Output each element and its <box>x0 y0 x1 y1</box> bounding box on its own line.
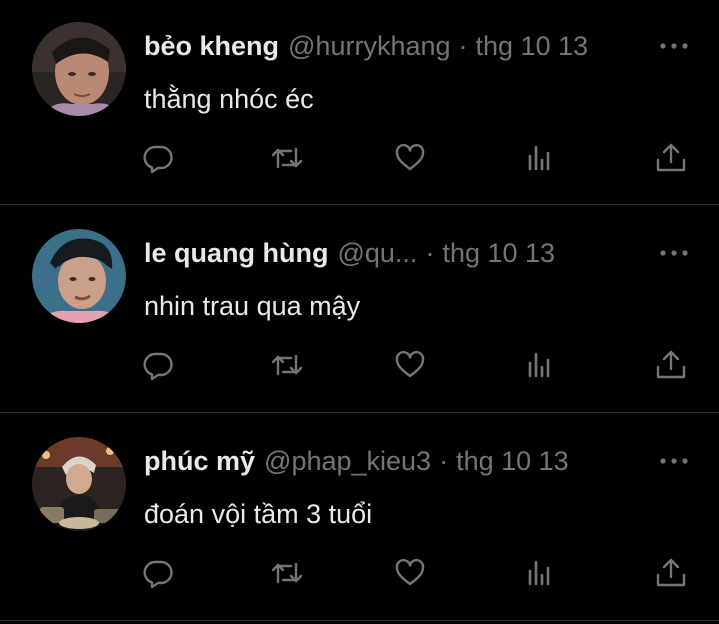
timestamp[interactable]: thg 10 13 <box>442 233 555 273</box>
share-icon <box>656 143 686 172</box>
tweet-text: nhin trau qua mậy <box>144 291 361 321</box>
views-button[interactable] <box>517 136 561 180</box>
tweet-text: thằng nhóc éc <box>144 84 314 114</box>
share-button[interactable] <box>649 551 693 595</box>
views-button[interactable] <box>517 343 561 387</box>
tweet-divider <box>0 412 719 413</box>
more-options-icon <box>660 43 688 49</box>
like-icon <box>395 558 425 586</box>
user-handle[interactable]: @hurrykhang <box>288 26 451 66</box>
views-icon <box>528 352 550 378</box>
user-handle[interactable]: @phap_kieu3 <box>264 441 431 481</box>
tweet-divider <box>0 204 719 205</box>
user-photo-avatar-icon <box>32 22 126 116</box>
share-icon <box>656 350 686 379</box>
tweet-item[interactable]: phúc mỹ @phap_kieu3 · thg 10 13 đoán vội… <box>0 415 719 622</box>
more-options-button[interactable] <box>652 449 696 473</box>
separator-dot: · <box>439 446 449 476</box>
reply-icon <box>143 560 173 589</box>
retweet-button[interactable] <box>265 136 309 180</box>
reply-button[interactable] <box>136 343 180 387</box>
separator-dot: · <box>458 31 468 61</box>
reply-icon <box>143 352 173 381</box>
display-name[interactable]: phúc mỹ <box>144 441 255 481</box>
tweet-item[interactable]: le quang hùng @qu... · thg 10 13 nhin tr… <box>0 207 719 414</box>
tweet-text: đoán vội tầm 3 tuổi <box>144 499 373 529</box>
views-icon <box>528 145 550 171</box>
retweet-icon <box>271 562 303 584</box>
like-button[interactable] <box>388 136 432 180</box>
views-button[interactable] <box>517 551 561 595</box>
tweet-header: bẻo kheng @hurrykhang · thg 10 13 <box>144 26 644 66</box>
tweet-header: phúc mỹ @phap_kieu3 · thg 10 13 <box>144 441 644 481</box>
like-button[interactable] <box>388 343 432 387</box>
reply-button[interactable] <box>136 136 180 180</box>
like-button[interactable] <box>388 551 432 595</box>
share-button[interactable] <box>649 136 693 180</box>
separator-dot: · <box>425 238 435 268</box>
display-name[interactable]: bẻo kheng <box>144 26 279 66</box>
user-handle[interactable]: @qu... <box>337 233 417 273</box>
retweet-icon <box>271 354 303 376</box>
tweet-divider <box>0 620 719 621</box>
reply-icon <box>143 145 173 174</box>
timestamp[interactable]: thg 10 13 <box>456 441 569 481</box>
reply-button[interactable] <box>136 551 180 595</box>
tweet-actions <box>0 136 719 180</box>
timestamp[interactable]: thg 10 13 <box>476 26 589 66</box>
retweet-icon <box>271 147 303 169</box>
share-icon <box>656 558 686 587</box>
tweet-header: le quang hùng @qu... · thg 10 13 <box>144 233 644 273</box>
avatar[interactable] <box>32 229 126 323</box>
avatar[interactable] <box>32 437 126 531</box>
views-icon <box>528 560 550 586</box>
display-name[interactable]: le quang hùng <box>144 233 328 273</box>
tweet-actions <box>0 551 719 595</box>
tweet-item[interactable]: bẻo kheng @hurrykhang · thg 10 13 thằng … <box>0 0 719 207</box>
tweet-actions <box>0 343 719 387</box>
share-button[interactable] <box>649 343 693 387</box>
avatar[interactable] <box>32 22 126 116</box>
like-icon <box>395 350 425 378</box>
more-options-button[interactable] <box>652 34 696 58</box>
more-options-icon <box>660 250 688 256</box>
more-options-button[interactable] <box>652 241 696 265</box>
more-options-icon <box>660 458 688 464</box>
user-photo-avatar-icon <box>32 437 126 531</box>
like-icon <box>395 143 425 171</box>
retweet-button[interactable] <box>265 551 309 595</box>
retweet-button[interactable] <box>265 343 309 387</box>
user-photo-avatar-icon <box>32 229 126 323</box>
